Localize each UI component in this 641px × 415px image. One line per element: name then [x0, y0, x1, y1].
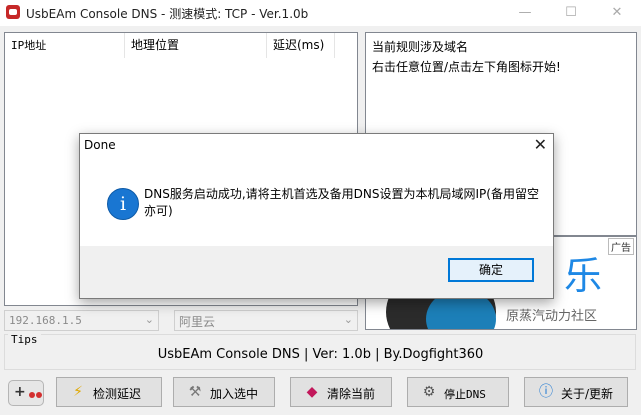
dpad-icon: + [14, 384, 26, 400]
stop-dns-label: 停止DNS [444, 388, 486, 401]
list-header: IP地址 地理位置 延迟(ms) [5, 33, 357, 58]
clear-current-label: 清除当前 [327, 387, 376, 401]
add-selected-button[interactable]: ⚒ 加入选中 [173, 377, 275, 407]
ip-select[interactable]: 192.168.1.5 ⌄ [4, 310, 159, 331]
app-icon [6, 5, 20, 19]
about-update-button[interactable]: ⓘ 关于/更新 [524, 377, 628, 407]
info-icon: i [107, 188, 139, 220]
rules-heading: 当前规则涉及域名 [372, 40, 469, 54]
column-latency[interactable]: 延迟(ms) [267, 33, 335, 58]
maximize-button[interactable]: ☐ [548, 0, 594, 26]
dialog-footer: 确定 [80, 246, 553, 298]
gamepad-icon[interactable]: + [8, 380, 44, 406]
tips-text: UsbEAm Console DNS | Ver: 1.0b | By.Dogf… [157, 347, 484, 362]
ip-select-value: 192.168.1.5 [9, 314, 82, 327]
close-button[interactable]: ✕ [594, 0, 640, 26]
dialog-message: DNS服务启动成功,请将主机首选及备用DNS设置为本机局域网IP(备用留空亦可) [144, 187, 539, 218]
add-selected-label: 加入选中 [210, 387, 259, 401]
chevron-down-icon: ⌄ [343, 313, 353, 326]
dialog-title: Done [84, 138, 116, 152]
minimize-button[interactable]: — [502, 0, 548, 26]
close-icon[interactable]: ✕ [534, 135, 547, 154]
hammer-icon: ⚒ [188, 384, 202, 400]
ad-title: 乐 [564, 254, 603, 298]
ad-tag: 广告 [608, 238, 634, 255]
rules-hint: 右击任意位置/点击左下角图标开始! [372, 60, 561, 74]
tips-label: Tips [8, 333, 41, 346]
ok-button[interactable]: 确定 [448, 258, 534, 282]
info-icon: ⓘ [539, 384, 553, 400]
provider-select-value: 阿里云 [179, 315, 216, 329]
button-dot-icon [36, 392, 42, 398]
detect-latency-button[interactable]: ⚡ 检测延迟 [56, 377, 162, 407]
provider-select[interactable]: 阿里云 ⌄ [174, 310, 358, 331]
about-update-label: 关于/更新 [561, 387, 614, 401]
column-location[interactable]: 地理位置 [125, 33, 267, 58]
detect-latency-label: 检测延迟 [93, 387, 142, 401]
clear-current-button[interactable]: ◆ 清除当前 [290, 377, 392, 407]
eraser-icon: ◆ [306, 384, 318, 400]
window-title: UsbEAm Console DNS - 测速模式: TCP - Ver.1.0… [26, 7, 309, 21]
chevron-down-icon: ⌄ [144, 313, 154, 326]
stop-dns-button[interactable]: ⚙ 停止DNS [407, 377, 509, 407]
done-dialog[interactable]: Done ✕ i DNS服务启动成功,请将主机首选及备用DNS设置为本机局域网I… [79, 133, 554, 299]
column-ip[interactable]: IP地址 [5, 33, 125, 58]
lightning-icon: ⚡ [73, 384, 83, 400]
network-icon: ⚙ [422, 384, 436, 400]
title-bar[interactable]: UsbEAm Console DNS - 测速模式: TCP - Ver.1.0… [0, 0, 641, 26]
ad-subtitle: 原蒸汽动力社区 [506, 309, 598, 324]
button-dot-icon [29, 392, 35, 398]
